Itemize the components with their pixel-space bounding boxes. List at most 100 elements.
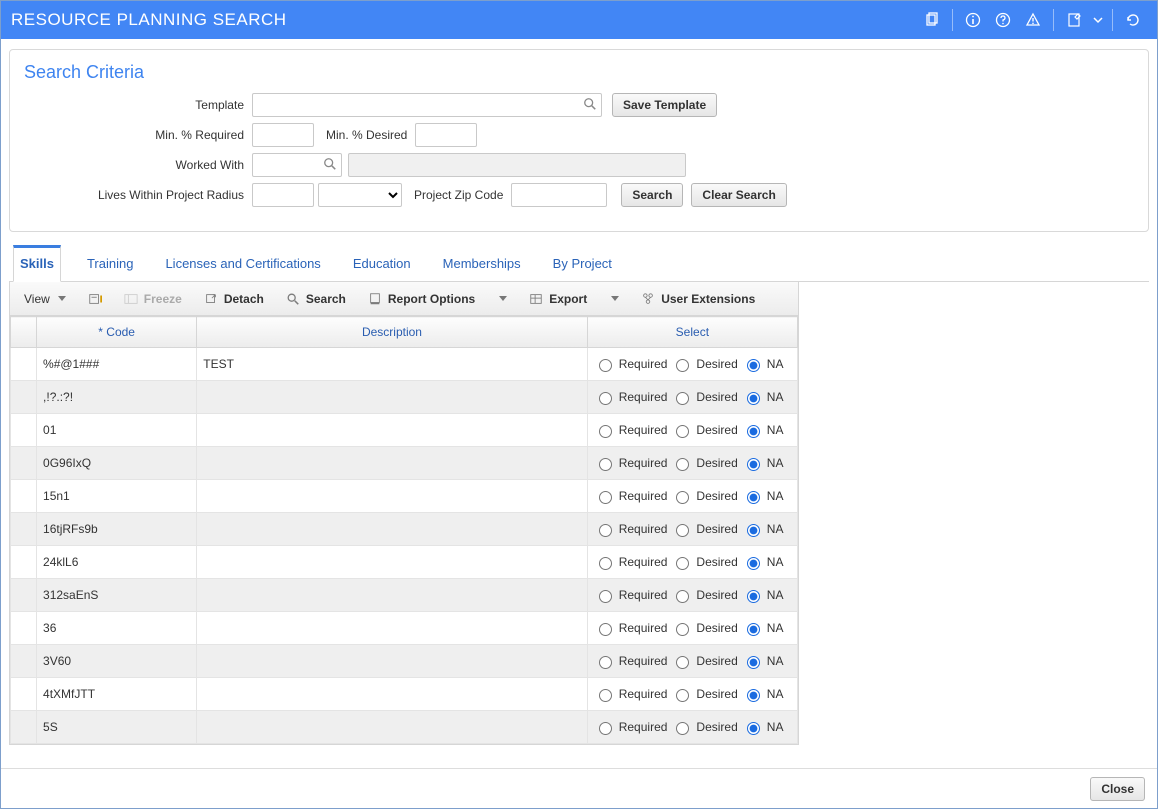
select-option-required[interactable]: Required: [594, 521, 668, 537]
select-option-na[interactable]: NA: [742, 587, 784, 603]
project-zip-input[interactable]: [511, 183, 607, 207]
select-option-required[interactable]: Required: [594, 620, 668, 636]
save-template-button[interactable]: Save Template: [612, 93, 717, 117]
tab-education[interactable]: Education: [347, 245, 417, 282]
row-handle[interactable]: [11, 612, 37, 645]
select-option-required[interactable]: Required: [594, 356, 668, 372]
detach-button[interactable]: Detach: [198, 288, 270, 310]
radio-required[interactable]: [599, 491, 612, 504]
col-code-header[interactable]: * Code: [37, 317, 197, 348]
radio-na[interactable]: [747, 590, 760, 603]
radio-na[interactable]: [747, 458, 760, 471]
radio-na[interactable]: [747, 623, 760, 636]
select-option-desired[interactable]: Desired: [671, 620, 737, 636]
row-handle[interactable]: [11, 678, 37, 711]
select-option-na[interactable]: NA: [742, 719, 784, 735]
clear-search-button[interactable]: Clear Search: [691, 183, 786, 207]
min-required-input[interactable]: [252, 123, 314, 147]
select-option-required[interactable]: Required: [594, 422, 668, 438]
select-option-na[interactable]: NA: [742, 620, 784, 636]
radio-desired[interactable]: [676, 359, 689, 372]
row-handle[interactable]: [11, 579, 37, 612]
search-button[interactable]: Search: [621, 183, 683, 207]
radio-desired[interactable]: [676, 425, 689, 438]
select-option-desired[interactable]: Desired: [671, 422, 737, 438]
warning-icon[interactable]: [1019, 6, 1047, 34]
radio-required[interactable]: [599, 590, 612, 603]
select-option-required[interactable]: Required: [594, 653, 668, 669]
close-button[interactable]: Close: [1090, 777, 1145, 801]
select-option-required[interactable]: Required: [594, 488, 668, 504]
select-option-required[interactable]: Required: [594, 455, 668, 471]
row-handle[interactable]: [11, 645, 37, 678]
col-description-header[interactable]: Description: [197, 317, 587, 348]
tab-training[interactable]: Training: [81, 245, 139, 282]
radio-desired[interactable]: [676, 656, 689, 669]
select-option-required[interactable]: Required: [594, 389, 668, 405]
select-option-na[interactable]: NA: [742, 521, 784, 537]
select-option-desired[interactable]: Desired: [671, 389, 737, 405]
radio-required[interactable]: [599, 722, 612, 735]
radio-required[interactable]: [599, 392, 612, 405]
view-menu[interactable]: View: [18, 288, 72, 310]
radio-required[interactable]: [599, 425, 612, 438]
select-option-desired[interactable]: Desired: [671, 488, 737, 504]
template-input[interactable]: [252, 93, 602, 117]
info-icon[interactable]: [959, 6, 987, 34]
select-option-desired[interactable]: Desired: [671, 554, 737, 570]
tab-skills[interactable]: Skills: [13, 245, 61, 282]
radio-na[interactable]: [747, 524, 760, 537]
radio-required[interactable]: [599, 623, 612, 636]
row-handle[interactable]: [11, 414, 37, 447]
radio-desired[interactable]: [676, 590, 689, 603]
worked-with-input[interactable]: [252, 153, 342, 177]
row-handle[interactable]: [11, 480, 37, 513]
col-select-header[interactable]: Select: [587, 317, 797, 348]
select-option-required[interactable]: Required: [594, 587, 668, 603]
tab-memberships[interactable]: Memberships: [437, 245, 527, 282]
copy-icon[interactable]: [918, 6, 946, 34]
radius-value-input[interactable]: [252, 183, 314, 207]
export-button[interactable]: Export: [523, 288, 593, 310]
radio-na[interactable]: [747, 491, 760, 504]
format-icon[interactable]: [82, 288, 108, 310]
radio-desired[interactable]: [676, 524, 689, 537]
select-option-na[interactable]: NA: [742, 389, 784, 405]
select-option-desired[interactable]: Desired: [671, 455, 737, 471]
min-desired-input[interactable]: [415, 123, 477, 147]
edit-icon[interactable]: [1060, 6, 1088, 34]
radio-required[interactable]: [599, 524, 612, 537]
radio-desired[interactable]: [676, 557, 689, 570]
select-option-desired[interactable]: Desired: [671, 653, 737, 669]
radio-required[interactable]: [599, 359, 612, 372]
radio-na[interactable]: [747, 689, 760, 702]
select-option-na[interactable]: NA: [742, 356, 784, 372]
select-option-na[interactable]: NA: [742, 422, 784, 438]
report-options-button[interactable]: Report Options: [362, 288, 481, 310]
select-option-required[interactable]: Required: [594, 719, 668, 735]
radio-desired[interactable]: [676, 458, 689, 471]
radio-required[interactable]: [599, 689, 612, 702]
select-option-desired[interactable]: Desired: [671, 587, 737, 603]
radius-unit-select[interactable]: [318, 183, 402, 207]
row-handle[interactable]: [11, 513, 37, 546]
row-handle[interactable]: [11, 348, 37, 381]
radio-na[interactable]: [747, 722, 760, 735]
export-dropdown[interactable]: [603, 292, 625, 305]
select-option-desired[interactable]: Desired: [671, 356, 737, 372]
radio-na[interactable]: [747, 425, 760, 438]
radio-na[interactable]: [747, 359, 760, 372]
select-option-na[interactable]: NA: [742, 686, 784, 702]
select-option-na[interactable]: NA: [742, 488, 784, 504]
report-options-dropdown[interactable]: [491, 292, 513, 305]
select-option-desired[interactable]: Desired: [671, 719, 737, 735]
radio-required[interactable]: [599, 557, 612, 570]
row-handle[interactable]: [11, 447, 37, 480]
select-option-required[interactable]: Required: [594, 686, 668, 702]
radio-na[interactable]: [747, 557, 760, 570]
table-search-button[interactable]: Search: [280, 288, 352, 310]
refresh-icon[interactable]: [1119, 6, 1147, 34]
radio-desired[interactable]: [676, 392, 689, 405]
row-handle[interactable]: [11, 546, 37, 579]
dropdown-caret-icon[interactable]: [1090, 6, 1106, 34]
